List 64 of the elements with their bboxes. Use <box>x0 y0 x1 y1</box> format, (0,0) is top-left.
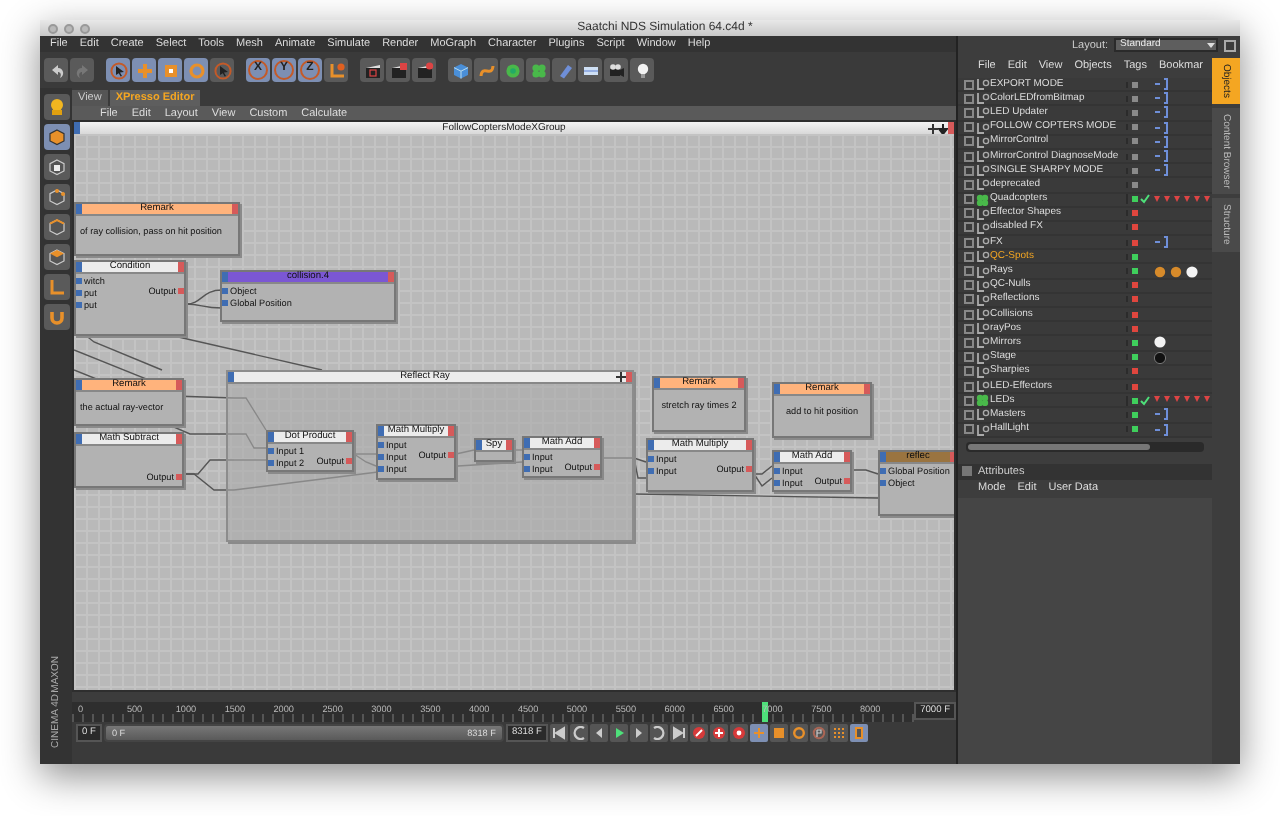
nurbs-icon[interactable] <box>503 61 521 79</box>
axis-icon[interactable] <box>47 278 65 296</box>
xpresso-tag-icon[interactable] <box>1154 164 1170 177</box>
xpresso-tag-icon[interactable] <box>1154 106 1170 119</box>
xpresso-tag-icon[interactable] <box>1154 150 1170 163</box>
parameter-icon[interactable] <box>811 726 826 740</box>
arrow-down-icon[interactable] <box>938 123 948 133</box>
autokey-icon[interactable] <box>711 726 726 740</box>
magnet-icon[interactable] <box>47 308 65 326</box>
cube-icon[interactable] <box>451 61 469 79</box>
cloner-icon <box>976 193 990 206</box>
camera-icon[interactable] <box>607 61 625 79</box>
render-icon[interactable] <box>389 61 407 79</box>
points-cube-icon[interactable] <box>47 188 65 206</box>
xpresso-tag-icon[interactable] <box>1154 78 1170 91</box>
render-view-icon[interactable] <box>363 61 381 79</box>
connection-wire <box>851 469 879 475</box>
cloner-icon[interactable] <box>529 61 547 79</box>
horizontal-scrollbar[interactable] <box>966 441 1204 452</box>
checker-cube-icon[interactable] <box>47 158 65 176</box>
xpresso-tag-icon[interactable] <box>1154 121 1170 134</box>
previous-frame-icon[interactable] <box>591 726 606 740</box>
model-cube-icon[interactable] <box>47 128 65 146</box>
next-frame-icon[interactable] <box>631 726 646 740</box>
xpresso-tag-icon[interactable] <box>1154 135 1170 148</box>
connection-wire <box>455 449 475 455</box>
light-icon[interactable] <box>47 98 65 116</box>
scale-icon[interactable] <box>771 726 786 740</box>
live-selection-icon[interactable] <box>213 61 231 79</box>
scale-icon[interactable] <box>161 61 179 79</box>
cloner-icon <box>976 394 990 407</box>
timeline-icon[interactable] <box>851 726 866 740</box>
deformer-icon[interactable] <box>555 61 573 79</box>
sphere-tag-icon[interactable] <box>1186 265 1198 278</box>
point-level-icon[interactable] <box>831 726 846 740</box>
spline-icon[interactable] <box>477 61 495 79</box>
expand-icon[interactable] <box>928 123 938 133</box>
marker-row-icon[interactable] <box>1154 394 1210 407</box>
select-arrow-icon[interactable] <box>109 61 127 79</box>
previous-key-icon[interactable] <box>571 726 586 740</box>
expand-icon[interactable] <box>616 372 626 382</box>
edges-cube-icon[interactable] <box>47 218 65 236</box>
go-to-start-icon[interactable] <box>551 726 566 740</box>
next-key-icon[interactable] <box>651 726 666 740</box>
xpresso-tag-icon[interactable] <box>1154 236 1170 249</box>
panel-grip-icon <box>962 466 972 477</box>
floor-icon[interactable] <box>581 61 599 79</box>
xpresso-tag-icon[interactable] <box>1154 423 1170 436</box>
xpresso-tag-icon[interactable] <box>1154 408 1170 421</box>
render-settings-icon[interactable] <box>415 61 433 79</box>
coordinate-system-icon[interactable] <box>327 61 345 79</box>
light-bulb-icon[interactable] <box>633 61 651 79</box>
record-icon[interactable] <box>691 726 706 740</box>
connection-wire <box>513 449 523 451</box>
polygons-cube-icon[interactable] <box>47 248 65 266</box>
play-icon[interactable] <box>611 726 626 740</box>
go-to-end-icon[interactable] <box>671 726 686 740</box>
rotate-icon[interactable] <box>791 726 806 740</box>
maximize-icon[interactable] <box>1224 39 1236 51</box>
undo-icon[interactable] <box>47 61 65 79</box>
marker-row-icon[interactable] <box>1154 193 1210 206</box>
dropdown-arrow-icon <box>1206 40 1216 50</box>
keyframe-selection-icon[interactable] <box>731 726 746 740</box>
xpresso-tag-icon[interactable] <box>1154 92 1170 105</box>
